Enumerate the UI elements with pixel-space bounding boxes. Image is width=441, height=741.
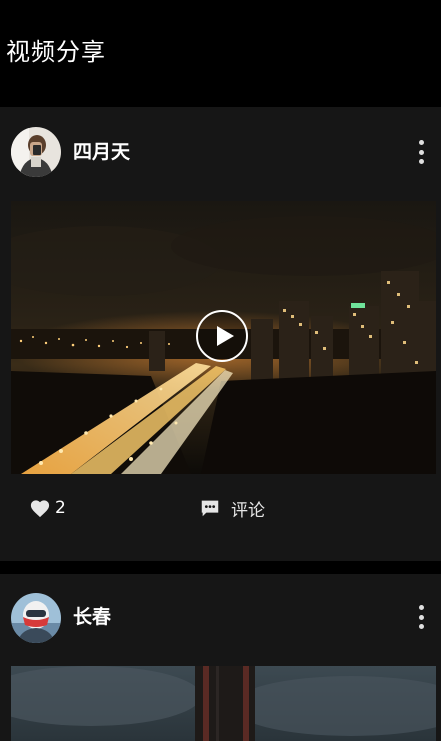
heart-icon bbox=[30, 500, 50, 518]
avatar[interactable] bbox=[11, 127, 61, 177]
video-player[interactable] bbox=[11, 666, 436, 741]
more-vert-icon[interactable] bbox=[413, 138, 429, 166]
post-actions: 2 评论 bbox=[0, 491, 441, 525]
page-title: 视频分享 bbox=[6, 38, 106, 66]
author-name[interactable]: 长春 bbox=[73, 604, 111, 630]
video-player[interactable] bbox=[11, 201, 436, 474]
like-button[interactable]: 2 bbox=[29, 495, 66, 521]
post-card: 四月天 2 评论 bbox=[0, 107, 441, 561]
like-count: 2 bbox=[55, 498, 66, 518]
post-card: 长春 bbox=[0, 574, 441, 741]
app-bar: 视频分享 bbox=[0, 0, 441, 106]
play-icon[interactable] bbox=[196, 310, 248, 362]
more-vert-icon[interactable] bbox=[413, 603, 429, 631]
comment-label: 评论 bbox=[231, 500, 265, 521]
comment-icon bbox=[201, 500, 219, 517]
author-name[interactable]: 四月天 bbox=[73, 139, 130, 165]
comment-button[interactable]: 评论 bbox=[199, 495, 265, 521]
avatar[interactable] bbox=[11, 593, 61, 643]
